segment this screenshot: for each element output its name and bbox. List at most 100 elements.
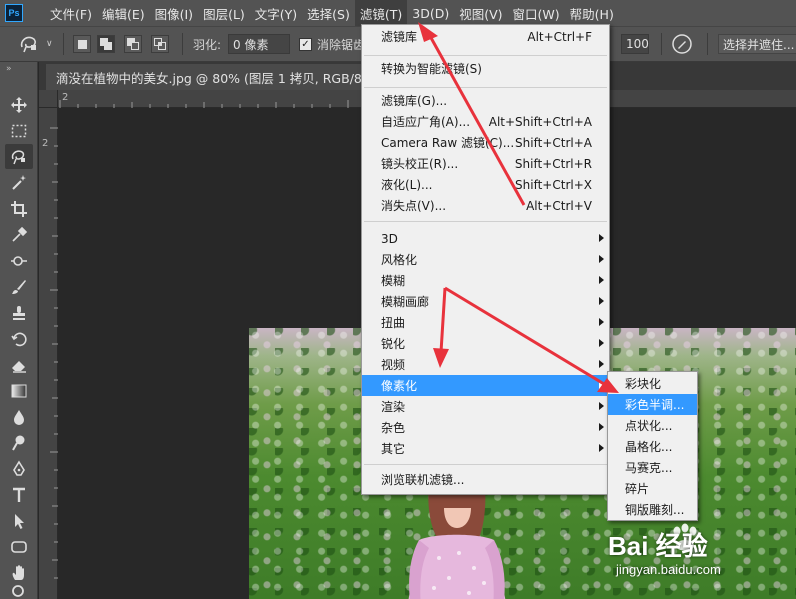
add-to-selection-button[interactable] <box>97 35 115 53</box>
pixelate-item-mosaic[interactable]: 马赛克... <box>608 457 697 478</box>
menu-item-label: 转换为智能滤镜(S) <box>381 62 482 76</box>
pixelate-item-facet[interactable]: 彩块化 <box>608 373 697 394</box>
eraser-tool[interactable] <box>5 352 33 377</box>
crop-tool[interactable] <box>5 196 33 221</box>
filter-menu-item[interactable]: Camera Raw 滤镜(C)... Shift+Ctrl+A <box>362 132 609 153</box>
watermark-brand: Bai 经验 <box>608 531 708 561</box>
menu-bar: Ps 文件(F) 编辑(E) 图像(I) 图层(L) 文字(Y) 选择(S) 滤… <box>0 0 796 26</box>
submenu-distort[interactable]: 扭曲 <box>362 312 609 333</box>
browse-filters-online-item[interactable]: 浏览联机滤镜... <box>362 469 609 490</box>
submenu-noise[interactable]: 杂色 <box>362 417 609 438</box>
clone-stamp-tool[interactable] <box>5 300 33 325</box>
filter-menu-item[interactable]: 液化(L)... Shift+Ctrl+X <box>362 174 609 195</box>
menu-view[interactable]: 视图(V) <box>454 0 507 26</box>
submenu-arrow-icon <box>599 423 604 431</box>
gradient-tool[interactable] <box>5 378 33 403</box>
pixelate-item-mezzotint[interactable]: 铜版雕刻... <box>608 499 697 520</box>
stamp-icon <box>13 305 25 320</box>
pixelate-item-color-halftone[interactable]: 彩色半调... <box>608 394 697 415</box>
rectangle-tool[interactable] <box>5 534 33 559</box>
menu-layer[interactable]: 图层(L) <box>198 0 250 26</box>
antialias-label: 消除锯齿 <box>317 37 366 52</box>
select-and-mask-button[interactable]: 选择并遮住... <box>718 34 796 54</box>
zoom-tool[interactable] <box>5 584 33 599</box>
submenu-arrow-icon <box>599 318 604 326</box>
pen-pressure-button[interactable] <box>671 27 693 61</box>
vertical-ruler[interactable]: 2 <box>39 108 58 599</box>
menu-image[interactable]: 图像(I) <box>150 0 198 26</box>
submenu-arrow-icon <box>599 444 604 452</box>
hand-tool[interactable] <box>5 560 33 585</box>
crop-icon <box>11 200 27 217</box>
filter-menu-item[interactable]: 消失点(V)... Alt+Ctrl+V <box>362 195 609 216</box>
menu-item-shortcut: Alt+Ctrl+F <box>527 29 592 44</box>
subtract-from-selection-button[interactable] <box>124 35 142 53</box>
document-tab[interactable]: 滴没在植物中的美女.jpg @ 80% (图层 1 拷贝, RGB/8) * <box>46 64 387 90</box>
menu-select[interactable]: 选择(S) <box>302 0 355 26</box>
magic-wand-tool[interactable] <box>5 170 33 195</box>
type-tool[interactable] <box>5 482 33 507</box>
intersect-selection-button[interactable] <box>151 35 169 53</box>
marquee-tool[interactable] <box>5 118 33 143</box>
antialias-checkbox[interactable]: ✓ <box>299 37 312 51</box>
ruler-ticks <box>50 127 58 579</box>
panel-collapse-icon[interactable]: » <box>6 64 12 74</box>
menu-window[interactable]: 窗口(W) <box>508 0 565 26</box>
submenu-blur-gallery[interactable]: 模糊画廊 <box>362 291 609 312</box>
filter-menu-item[interactable]: 自适应广角(A)... Alt+Shift+Ctrl+A <box>362 111 609 132</box>
menu-3d[interactable]: 3D(D) <box>407 0 454 26</box>
dodge-tool[interactable] <box>5 430 33 455</box>
feather-input[interactable]: 0 像素 <box>228 34 290 54</box>
history-brush-tool[interactable] <box>5 326 33 351</box>
frequency-input[interactable]: 100 <box>621 34 649 54</box>
pixelate-item-fragment[interactable]: 碎片 <box>608 478 697 499</box>
blur-tool[interactable] <box>5 404 33 429</box>
eyedropper-tool[interactable] <box>5 222 33 247</box>
menu-separator <box>364 55 607 56</box>
menu-item-label: 视频 <box>381 358 406 372</box>
filter-menu-item[interactable]: 滤镜库(G)... <box>362 90 609 111</box>
filter-menu-item[interactable]: 滤镜库 Alt+Ctrl+F <box>362 26 609 47</box>
filter-menu-item[interactable]: 转换为智能滤镜(S) <box>362 58 609 79</box>
type-icon <box>13 487 25 502</box>
pen-tool[interactable] <box>5 456 33 481</box>
submenu-render[interactable]: 渲染 <box>362 396 609 417</box>
submenu-blur[interactable]: 模糊 <box>362 270 609 291</box>
menu-help[interactable]: 帮助(H) <box>565 0 619 26</box>
pixelate-item-pointillize[interactable]: 点状化... <box>608 415 697 436</box>
filter-menu-dropdown: 滤镜库 Alt+Ctrl+F 转换为智能滤镜(S) 滤镜库(G)... 自适应广角… <box>361 24 610 495</box>
tool-preset-picker[interactable]: ∨ <box>18 27 53 61</box>
healing-brush-tool[interactable] <box>5 248 33 273</box>
history-brush-icon <box>11 332 27 346</box>
new-selection-button[interactable] <box>73 35 91 53</box>
menu-file[interactable]: 文件(F) <box>45 0 97 26</box>
menu-item-label: 其它 <box>381 442 406 456</box>
submenu-arrow-icon <box>599 297 604 305</box>
pixelate-item-crystallize[interactable]: 晶格化... <box>608 436 697 457</box>
submenu-stylize[interactable]: 风格化 <box>362 249 609 270</box>
hand-icon <box>12 564 24 580</box>
menu-item-label: 浏览联机滤镜... <box>381 473 465 487</box>
menu-item-label: 风格化 <box>381 253 418 267</box>
menu-filter[interactable]: 滤镜(T) <box>354 0 408 26</box>
move-tool[interactable] <box>5 92 33 117</box>
menu-type[interactable]: 文字(Y) <box>250 0 302 26</box>
chevron-down-icon: ∨ <box>46 39 53 49</box>
magic-wand-icon <box>12 174 26 190</box>
submenu-sharpen[interactable]: 锐化 <box>362 333 609 354</box>
menu-item-label: Camera Raw 滤镜(C)... <box>381 136 515 150</box>
menu-item-label: 模糊 <box>381 274 406 288</box>
lasso-tool[interactable] <box>5 144 33 169</box>
move-icon <box>11 96 27 113</box>
brush-tool[interactable] <box>5 274 33 299</box>
path-selection-tool[interactable] <box>5 508 33 533</box>
pixelate-submenu: 彩块化 彩色半调... 点状化... 晶格化... 马赛克... 碎片 铜版雕刻… <box>607 371 698 521</box>
menu-item-label: 像素化 <box>381 379 418 393</box>
submenu-video[interactable]: 视频 <box>362 354 609 375</box>
submenu-3d[interactable]: 3D <box>362 228 609 249</box>
submenu-other[interactable]: 其它 <box>362 438 609 459</box>
menu-edit[interactable]: 编辑(E) <box>97 0 150 26</box>
submenu-arrow-icon <box>599 360 604 368</box>
submenu-pixelate[interactable]: 像素化 <box>362 375 609 396</box>
filter-menu-item[interactable]: 镜头校正(R)... Shift+Ctrl+R <box>362 153 609 174</box>
